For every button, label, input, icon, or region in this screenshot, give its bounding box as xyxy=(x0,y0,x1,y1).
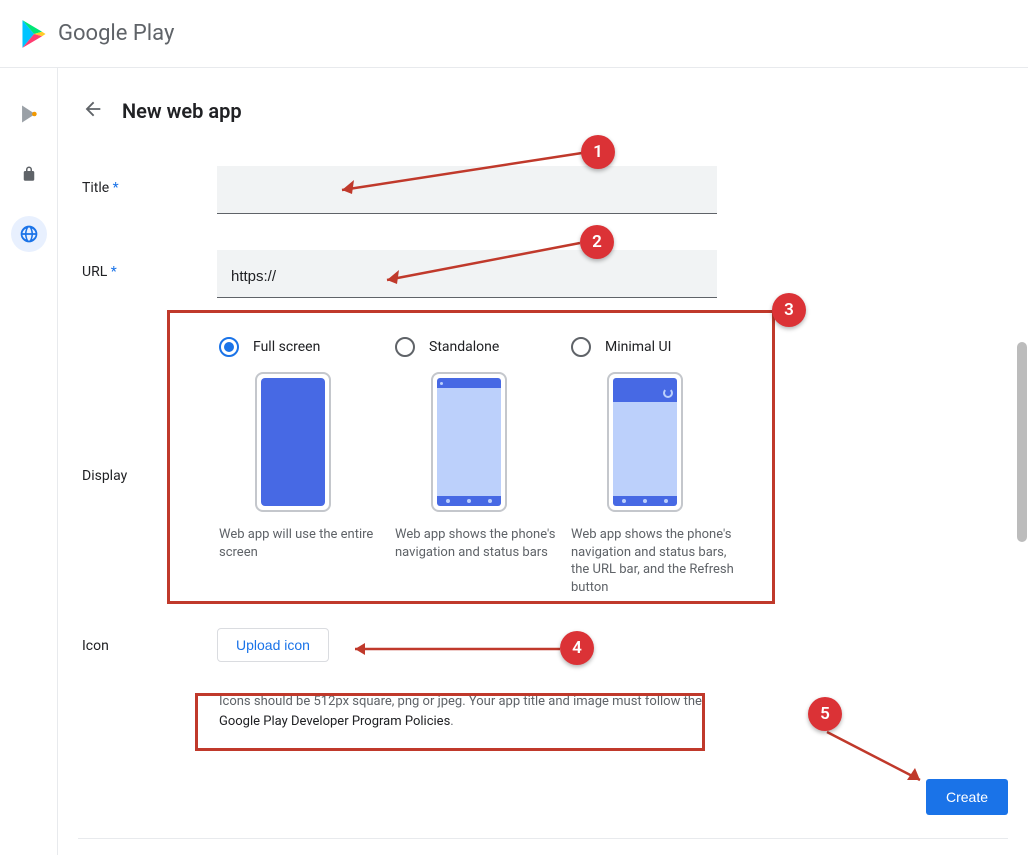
annotation-arrow-2 xyxy=(375,240,590,290)
annotation-box-display xyxy=(167,310,775,604)
arrow-left-icon xyxy=(82,98,104,120)
sidebar-item-lock[interactable] xyxy=(11,156,47,192)
annotation-arrow-1 xyxy=(330,150,590,200)
brand-text: Google Play xyxy=(58,21,174,46)
google-play-logo[interactable]: Google Play xyxy=(20,19,174,49)
play-triangle-icon xyxy=(20,19,48,49)
title-label: Title * xyxy=(82,166,217,196)
sidebar-item-web[interactable] xyxy=(11,216,47,252)
icon-label: Icon xyxy=(82,628,217,654)
annotation-callout-1: 1 xyxy=(581,135,615,169)
annotation-arrow-5 xyxy=(825,730,945,795)
annotation-callout-5: 5 xyxy=(808,697,842,731)
annotation-callout-3: 3 xyxy=(772,293,806,327)
footer-divider xyxy=(78,838,1008,839)
globe-icon xyxy=(19,224,39,244)
left-sidebar xyxy=(0,68,58,855)
app-header: Google Play xyxy=(0,0,1028,68)
annotation-callout-2: 2 xyxy=(580,225,614,259)
url-label: URL * xyxy=(82,250,217,280)
scrollbar-thumb[interactable] xyxy=(1017,342,1027,542)
annotation-box-iconnote xyxy=(195,693,705,751)
upload-icon-button[interactable]: Upload icon xyxy=(217,628,329,662)
lock-icon xyxy=(20,165,38,183)
play-small-icon xyxy=(19,104,39,124)
sidebar-item-dashboard[interactable] xyxy=(11,96,47,132)
annotation-callout-4: 4 xyxy=(560,631,594,665)
page-title: New web app xyxy=(122,99,242,123)
annotation-arrow-4 xyxy=(343,642,568,662)
back-arrow-button[interactable] xyxy=(82,98,104,124)
